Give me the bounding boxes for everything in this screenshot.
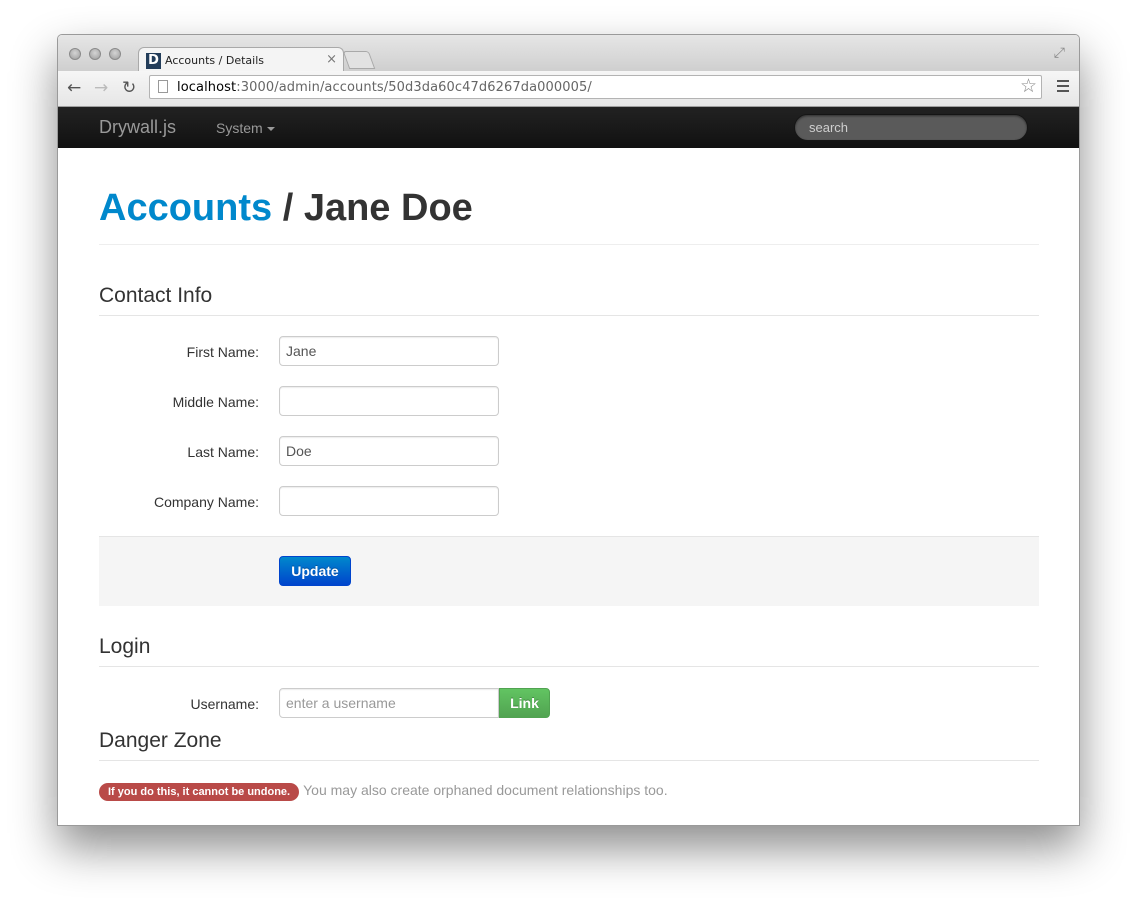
- company-name-row: Company Name:: [99, 486, 1039, 536]
- last-name-row: Last Name:: [99, 436, 1039, 486]
- minimize-window-button[interactable]: [89, 48, 101, 60]
- username-label: Username:: [190, 696, 259, 712]
- bookmark-star-icon[interactable]: ☆: [1020, 75, 1037, 98]
- warning-badge: If you do this, it cannot be undone.: [99, 783, 300, 801]
- update-button[interactable]: Update: [279, 556, 351, 586]
- reload-icon[interactable]: ↻: [122, 78, 136, 98]
- orphan-note: You may also create orphaned document re…: [303, 782, 668, 798]
- browser-toolbar: ← → ↻ localhost:3000/admin/accounts/50d3…: [58, 71, 1079, 107]
- accounts-breadcrumb-link[interactable]: Accounts: [99, 187, 272, 229]
- last-name-label: Last Name:: [187, 444, 259, 460]
- company-name-field[interactable]: [279, 486, 499, 516]
- fullscreen-icon[interactable]: ⤢: [1054, 44, 1065, 61]
- back-icon[interactable]: ←: [67, 78, 81, 98]
- browser-window: D Accounts / Details × ⤢ ← → ↻ localhost…: [57, 34, 1080, 826]
- address-bar[interactable]: localhost:3000/admin/accounts/50d3da60c4…: [149, 75, 1042, 99]
- main-content: Accounts / Jane Doe Contact Info First N…: [99, 148, 1039, 801]
- company-name-label: Company Name:: [153, 494, 259, 510]
- tab-close-icon[interactable]: ×: [326, 52, 337, 67]
- menu-icon[interactable]: [1057, 80, 1069, 95]
- forward-icon[interactable]: →: [94, 78, 108, 98]
- url-text: localhost:3000/admin/accounts/50d3da60c4…: [177, 80, 592, 95]
- middle-name-label: Middle Name:: [172, 394, 259, 410]
- login-heading: Login: [99, 632, 1039, 667]
- first-name-field[interactable]: [279, 336, 499, 366]
- tab-strip: D Accounts / Details × ⤢: [58, 35, 1079, 73]
- form-actions: Update: [99, 536, 1039, 606]
- contact-info-heading: Contact Info: [99, 281, 1039, 316]
- page-icon: [158, 80, 168, 93]
- username-row: Username: Link: [99, 688, 1039, 726]
- first-name-row: First Name:: [99, 336, 1039, 386]
- zoom-window-button[interactable]: [109, 48, 121, 60]
- danger-zone-heading: Danger Zone: [99, 726, 1039, 761]
- tab-title: Accounts / Details: [165, 54, 264, 67]
- new-tab-button[interactable]: [342, 51, 376, 69]
- site-navbar: Drywall.js System: [58, 107, 1079, 148]
- caret-down-icon: [266, 127, 275, 132]
- close-window-button[interactable]: [69, 48, 81, 60]
- first-name-label: First Name:: [186, 344, 259, 360]
- system-dropdown[interactable]: System: [216, 120, 275, 136]
- page-header: Accounts / Jane Doe: [99, 148, 1039, 245]
- middle-name-row: Middle Name:: [99, 386, 1039, 436]
- browser-tab[interactable]: D Accounts / Details ×: [138, 47, 344, 73]
- username-field[interactable]: [279, 688, 499, 718]
- account-name: Jane Doe: [303, 187, 473, 229]
- link-button[interactable]: Link: [499, 688, 550, 718]
- page-title: Accounts / Jane Doe: [99, 187, 473, 229]
- last-name-field[interactable]: [279, 436, 499, 466]
- brand-link[interactable]: Drywall.js: [99, 117, 176, 138]
- favicon-icon: D: [146, 53, 161, 69]
- search-input[interactable]: [794, 114, 1028, 141]
- danger-zone-message: If you do this, it cannot be undone. You …: [99, 782, 1039, 801]
- middle-name-field[interactable]: [279, 386, 499, 416]
